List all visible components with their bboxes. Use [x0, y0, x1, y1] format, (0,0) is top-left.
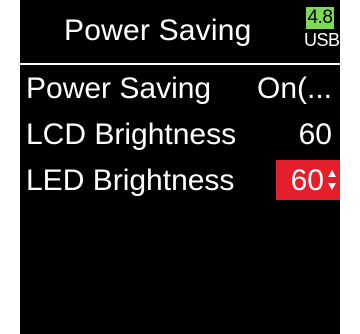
menu-item-label: LED Brightness — [26, 164, 235, 197]
menu-item-label: Power Saving — [26, 72, 212, 105]
menu-item-value: On(... — [256, 72, 332, 105]
battery-voltage: 4.8 — [306, 7, 334, 29]
page-title: Power Saving — [64, 14, 252, 47]
settings-menu: Power Saving On(... LCD Brightness 60 LE… — [20, 66, 340, 204]
battery-indicator: 4.8 USB — [304, 5, 340, 57]
header: Power Saving 4.8 USB — [20, 0, 340, 62]
menu-item-lcd-brightness[interactable]: LCD Brightness 60 — [20, 112, 340, 158]
up-down-arrows-icon — [327, 169, 337, 191]
power-source-label: USB — [304, 30, 340, 50]
menu-item-label: LCD Brightness — [26, 118, 237, 151]
menu-item-power-saving[interactable]: Power Saving On(... — [20, 66, 340, 112]
menu-item-led-brightness[interactable]: LED Brightness 60 — [20, 158, 340, 204]
value-selector[interactable]: 60 — [276, 160, 340, 200]
device-screen: Power Saving 4.8 USB Power Saving On(...… — [20, 0, 340, 334]
selected-value: 60 — [290, 164, 324, 197]
header-divider — [20, 63, 340, 65]
menu-item-value: 60 — [298, 118, 332, 151]
